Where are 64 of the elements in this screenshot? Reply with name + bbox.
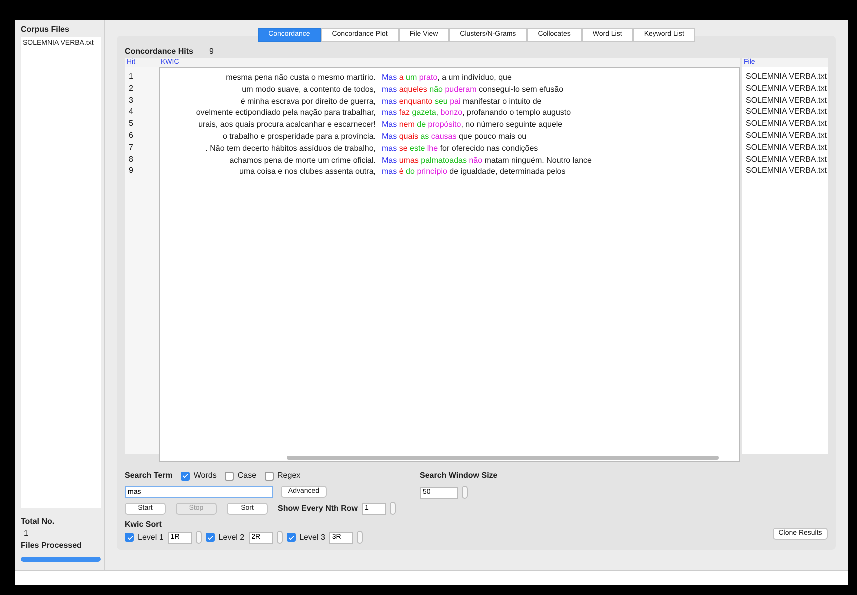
hit-number: 2 — [128, 82, 134, 95]
right-context: mas é do princípio de igualdade, determinada pelos — [382, 167, 566, 176]
hit-number: 4 — [128, 106, 134, 118]
hit-number: 3 — [128, 94, 134, 106]
hits-label: Concordance Hits — [125, 46, 194, 58]
file-name: SOLEMNIA VERBA.txt — [745, 130, 828, 142]
right-context: Mas a um prato, a um indivíduo, que — [382, 73, 512, 82]
nth-row-label: Show Every Nth Row — [278, 502, 358, 514]
file-name: SOLEMNIA VERBA.txt — [745, 142, 828, 154]
checkbox[interactable] — [206, 533, 215, 542]
sidebar-title: Corpus Files — [21, 24, 70, 36]
file-name: SOLEMNIA VERBA.txt — [745, 165, 828, 178]
left-context: . Não tem decerto hábitos assíduos de trabalho, — [204, 142, 376, 155]
file-name: SOLEMNIA VERBA.txt — [745, 71, 828, 83]
checkbox[interactable] — [125, 533, 134, 542]
left-context: mesma pena não custa o mesmo martírio. — [225, 72, 376, 84]
total-count: 1 — [23, 528, 30, 540]
file-name: SOLEMNIA VERBA.txt — [745, 82, 828, 95]
hit-number: 1 — [128, 71, 134, 83]
stepper-icon[interactable] — [462, 486, 468, 499]
search-term-label: Search Term — [125, 470, 173, 482]
right-context: Mas nem de propósito, no número seguinte aquele — [382, 120, 563, 130]
right-context: mas se este lhe for oferecido nas condições — [382, 144, 538, 153]
right-context: Mas umas palmatoadas não matam ninguém. Noutro lance — [382, 156, 592, 165]
stepper-icon[interactable] — [196, 531, 202, 544]
file-name: SOLEMNIA VERBA.txt — [745, 154, 828, 166]
level-label: Level 3 — [300, 532, 326, 544]
left-context: ovelmente ectipondiado pela nação para trabalhar, — [195, 107, 376, 120]
checkbox[interactable] — [224, 472, 234, 480]
total-label: Total No. — [21, 516, 56, 528]
horizontal-scrollbar[interactable] — [159, 454, 740, 462]
file-name: SOLEMNIA VERBA.txt — [745, 118, 828, 130]
stepper-icon[interactable] — [390, 502, 396, 515]
files-processed-label: Files Processed — [21, 540, 83, 552]
right-context: mas aqueles não puderam consegui-lo sem efusão — [382, 84, 564, 94]
file-name: SOLEMNIA VERBA.txt — [745, 106, 828, 118]
window-size-label: Search Window Size — [420, 470, 498, 482]
right-context: Mas quais as causas que pouco mais ou — [382, 132, 527, 141]
hit-number: 9 — [128, 165, 134, 178]
checkbox[interactable] — [286, 533, 296, 542]
checkbox[interactable] — [264, 472, 274, 480]
right-context: mas faz gazeta, bonzo, profanando o templo augusto — [382, 108, 572, 118]
left-context: achamos pena de morte um crime oficial. — [228, 154, 376, 166]
hit-number: 8 — [128, 154, 134, 166]
hit-number: 5 — [128, 118, 134, 130]
level-label: Level 1 — [138, 532, 164, 544]
hit-number: 6 — [128, 130, 134, 142]
hit-number: 7 — [128, 142, 134, 154]
left-context: é minha escrava por direito de guerra, — [240, 96, 376, 108]
level-label: Level 2 — [218, 532, 245, 544]
left-context: um modo suave, a contento de todos, — [241, 84, 376, 96]
hits-count: 9 — [209, 46, 214, 58]
left-context: uma coisa e nos clubes assenta outra, — [238, 166, 376, 178]
left-context: urais, aos quais procura acalcanhar e escarnecer! — [198, 119, 376, 131]
checkbox-label: Words — [194, 470, 217, 482]
checkbox-label: Case — [238, 470, 257, 482]
left-context: o trabalho e prosperidade para a província. — [222, 130, 376, 143]
checkbox[interactable] — [180, 472, 190, 480]
kwic-sort-label: Kwic Sort — [125, 519, 163, 531]
right-context: mas enquanto seu pai manifestar o intuito de — [382, 96, 542, 106]
file-name: SOLEMNIA VERBA.txt — [745, 94, 828, 106]
stepper-icon[interactable] — [357, 531, 364, 544]
checkbox-label: Regex — [278, 470, 301, 482]
stepper-icon[interactable] — [276, 531, 283, 544]
